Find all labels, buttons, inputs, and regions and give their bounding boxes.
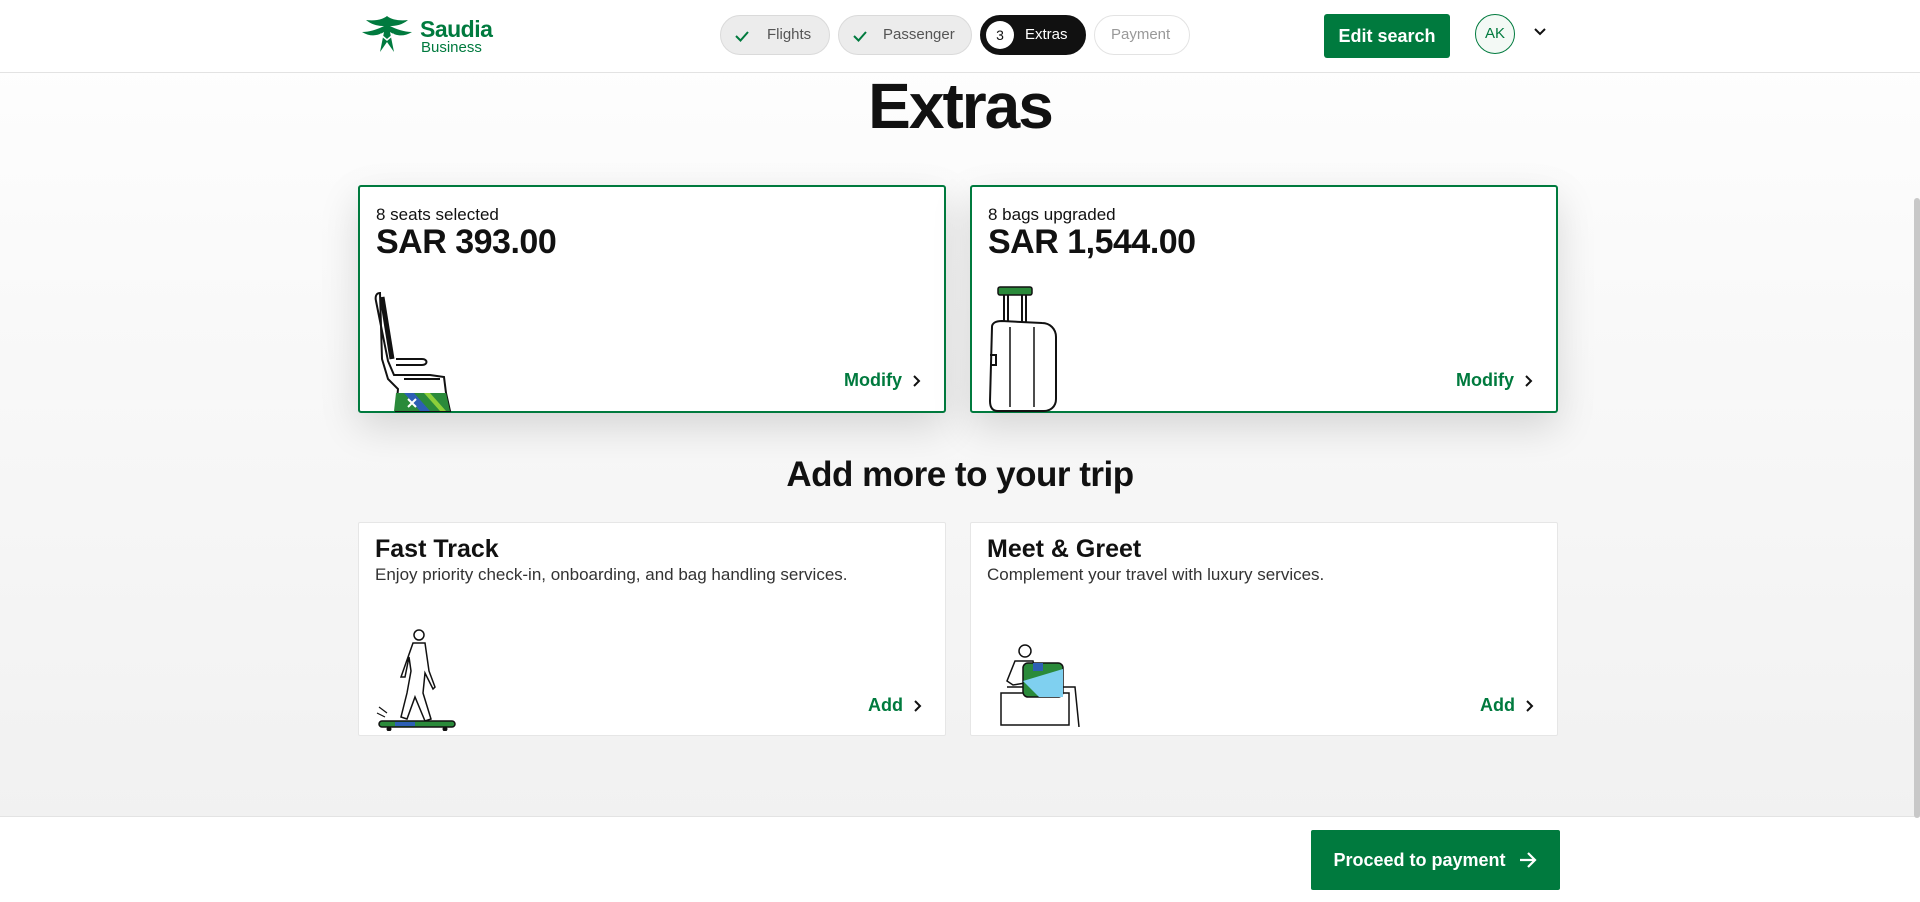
luggage-icon — [988, 286, 1057, 412]
palm-emblem-icon — [362, 16, 412, 52]
top-header: Saudia Business Flights Passenger 3 Extr… — [0, 0, 1920, 73]
card-subtitle: 8 bags upgraded — [988, 205, 1116, 224]
card-price: SAR 1,544.00 — [988, 223, 1196, 261]
card-description: Enjoy priority check-in, onboarding, and… — [375, 565, 848, 584]
step-payment[interactable]: Payment — [1094, 15, 1190, 55]
chevron-down-icon[interactable] — [1532, 26, 1548, 38]
card-subtitle: 8 seats selected — [376, 205, 499, 224]
chevron-right-icon — [914, 699, 922, 712]
card-title: Fast Track — [375, 535, 499, 563]
avatar[interactable]: AK — [1475, 14, 1515, 54]
proceed-to-payment-button[interactable]: Proceed to payment — [1311, 830, 1560, 890]
step-flights[interactable]: Flights — [720, 15, 830, 55]
card-price: SAR 393.00 — [376, 223, 557, 261]
add-fast-track-link[interactable]: Add — [868, 695, 923, 716]
bags-summary-card[interactable]: 8 bags upgraded SAR 1,544.00 Modify — [970, 185, 1558, 413]
person-with-bag-icon — [1000, 644, 1080, 727]
step-label: Flights — [767, 26, 812, 43]
action-label: Add — [868, 695, 903, 715]
step-number: 3 — [986, 21, 1014, 49]
step-label: Extras — [1025, 26, 1068, 43]
modify-bags-link[interactable]: Modify — [1456, 370, 1534, 391]
fast-track-card[interactable]: Fast Track Enjoy priority check-in, onbo… — [358, 522, 946, 736]
action-label: Modify — [844, 370, 902, 390]
chevron-right-icon — [1526, 699, 1534, 712]
logo-subtitle: Business — [421, 39, 482, 56]
chevron-right-icon — [913, 374, 921, 387]
modify-seats-link[interactable]: Modify — [844, 370, 922, 391]
checkmark-icon — [735, 31, 749, 42]
action-label: Add — [1480, 695, 1515, 715]
edit-search-button[interactable]: Edit search — [1324, 14, 1450, 58]
card-title: Meet & Greet — [987, 535, 1142, 563]
step-passenger[interactable]: Passenger — [838, 15, 972, 55]
action-label: Modify — [1456, 370, 1514, 390]
step-extras[interactable]: 3 Extras — [980, 15, 1086, 55]
arrow-right-icon — [1519, 852, 1537, 868]
seat-icon — [374, 291, 452, 412]
walking-person-icon — [376, 629, 456, 731]
sticky-footer: Proceed to payment — [0, 816, 1920, 902]
saudia-business-logo[interactable]: Saudia Business — [358, 12, 518, 58]
button-label: Proceed to payment — [1333, 849, 1506, 870]
scrollbar[interactable] — [1914, 198, 1920, 818]
add-meet-and-greet-link[interactable]: Add — [1480, 695, 1535, 716]
meet-and-greet-card[interactable]: Meet & Greet Complement your travel with… — [970, 522, 1558, 736]
card-description: Complement your travel with luxury servi… — [987, 565, 1325, 584]
seats-summary-card[interactable]: 8 seats selected SAR 393.00 Modify — [358, 185, 946, 413]
checkmark-icon — [853, 31, 867, 42]
chevron-right-icon — [1525, 374, 1533, 387]
step-label: Passenger — [883, 26, 955, 43]
page-title: Extras — [868, 70, 1054, 142]
step-label: Payment — [1111, 26, 1171, 43]
section-title: Add more to your trip — [786, 455, 1134, 494]
